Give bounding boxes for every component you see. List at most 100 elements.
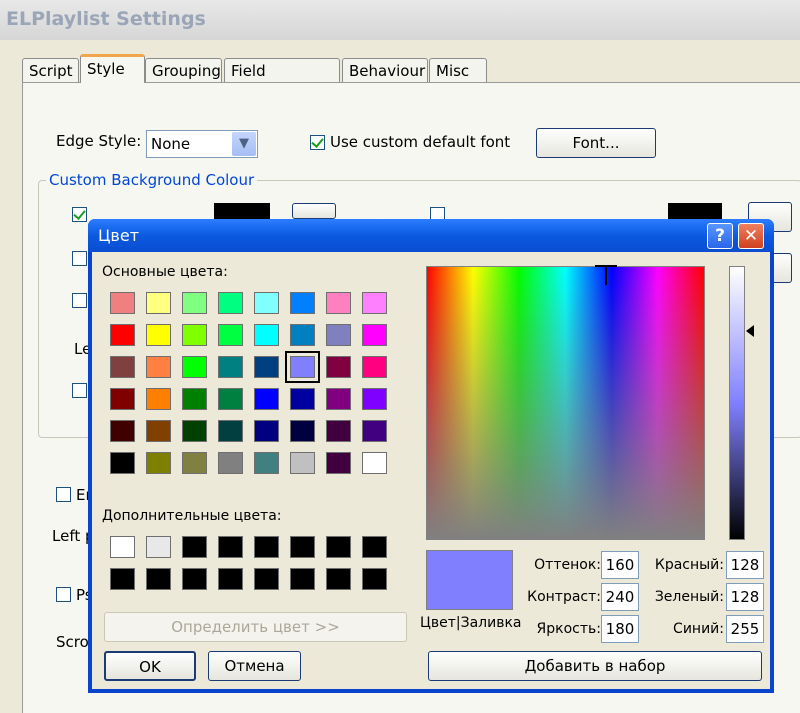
blue-field[interactable]: 255 <box>726 615 764 643</box>
basic-color-swatch[interactable] <box>254 388 279 410</box>
basic-color-swatch[interactable] <box>326 356 351 378</box>
basic-color-swatch[interactable] <box>254 452 279 474</box>
basic-color-swatch[interactable] <box>182 420 207 442</box>
luminance-pointer-icon[interactable] <box>746 325 754 337</box>
lum-field[interactable]: 180 <box>601 615 639 643</box>
bg-color-button-1[interactable] <box>292 203 336 219</box>
sat-field[interactable]: 240 <box>601 583 639 611</box>
custom-color-swatch[interactable] <box>254 536 279 558</box>
tab-style[interactable]: Style <box>80 54 145 83</box>
en-checkbox[interactable] <box>56 487 71 502</box>
tab-script[interactable]: Script <box>22 58 79 82</box>
ps-checkbox[interactable] <box>56 587 71 602</box>
basic-color-swatch[interactable] <box>290 420 315 442</box>
basic-color-swatch[interactable] <box>362 292 387 314</box>
basic-color-swatch[interactable] <box>326 420 351 442</box>
basic-color-swatch[interactable] <box>218 356 243 378</box>
basic-color-swatch[interactable] <box>326 324 351 346</box>
basic-color-swatch[interactable] <box>218 420 243 442</box>
basic-color-swatch[interactable] <box>290 324 315 346</box>
basic-color-swatch[interactable] <box>110 388 135 410</box>
basic-color-swatch[interactable] <box>254 292 279 314</box>
chevron-down-icon[interactable]: ▼ <box>232 132 256 156</box>
luminance-slider[interactable] <box>729 266 745 540</box>
cancel-button[interactable]: Отмена <box>208 651 301 681</box>
custom-color-swatch[interactable] <box>182 568 207 590</box>
basic-color-swatch[interactable] <box>146 292 171 314</box>
help-icon[interactable]: ? <box>707 223 733 249</box>
edge-style-select[interactable]: None ▼ <box>146 130 258 158</box>
basic-color-swatch[interactable] <box>254 324 279 346</box>
basic-color-swatch[interactable] <box>362 420 387 442</box>
tab-behaviour[interactable]: Behaviour <box>342 58 428 82</box>
bg-option-checkbox-4[interactable] <box>72 383 87 398</box>
basic-color-swatch[interactable] <box>326 292 351 314</box>
basic-color-swatch[interactable] <box>110 356 135 378</box>
close-icon[interactable]: ✕ <box>738 223 764 249</box>
ok-button[interactable]: OK <box>104 651 196 681</box>
basic-color-swatch[interactable] <box>182 356 207 378</box>
basic-color-swatch[interactable] <box>110 324 135 346</box>
custom-color-swatch[interactable] <box>182 536 207 558</box>
basic-color-swatch[interactable] <box>290 452 315 474</box>
basic-color-swatch[interactable] <box>362 388 387 410</box>
tab-grouping[interactable]: Grouping <box>145 58 222 82</box>
basic-color-swatch[interactable] <box>254 420 279 442</box>
define-custom-color-button[interactable]: Определить цвет >> <box>104 612 407 642</box>
bg-option-checkbox-1[interactable] <box>72 207 87 222</box>
basic-color-swatch[interactable] <box>182 452 207 474</box>
custom-color-swatch[interactable] <box>110 536 135 558</box>
basic-color-swatch[interactable] <box>218 324 243 346</box>
bg-option-checkbox-2[interactable] <box>72 251 87 266</box>
custom-color-swatch[interactable] <box>362 568 387 590</box>
basic-color-swatch[interactable] <box>285 351 320 383</box>
custom-color-swatch[interactable] <box>218 568 243 590</box>
basic-color-swatch[interactable] <box>146 388 171 410</box>
basic-color-swatch[interactable] <box>218 452 243 474</box>
red-field[interactable]: 128 <box>726 551 764 579</box>
color-dialog-title-bar[interactable]: Цвет ? ✕ <box>88 219 774 252</box>
basic-color-swatch[interactable] <box>182 324 207 346</box>
tab-misc[interactable]: Misc <box>429 58 487 82</box>
basic-color-swatch[interactable] <box>290 388 315 410</box>
custom-color-swatch[interactable] <box>110 568 135 590</box>
custom-color-swatch[interactable] <box>362 536 387 558</box>
color-spectrum[interactable] <box>426 265 705 540</box>
custom-color-swatch[interactable] <box>290 568 315 590</box>
add-to-custom-colors-button[interactable]: Добавить в набор <box>428 651 762 681</box>
tab-field-definition[interactable]: Field definition <box>224 58 340 104</box>
basic-color-swatch[interactable] <box>146 324 171 346</box>
basic-color-swatch[interactable] <box>326 452 351 474</box>
basic-color-swatch[interactable] <box>182 292 207 314</box>
custom-color-swatch[interactable] <box>146 568 171 590</box>
custom-color-swatch[interactable] <box>290 536 315 558</box>
basic-color-swatch[interactable] <box>110 452 135 474</box>
basic-color-swatch[interactable] <box>362 324 387 346</box>
custom-color-swatch[interactable] <box>254 568 279 590</box>
basic-color-swatch[interactable] <box>146 452 171 474</box>
basic-color-swatch[interactable] <box>362 452 387 474</box>
basic-color-swatch[interactable] <box>362 356 387 378</box>
custom-color-swatch[interactable] <box>326 568 351 590</box>
green-field[interactable]: 128 <box>726 583 764 611</box>
basic-color-swatch[interactable] <box>290 292 315 314</box>
font-button[interactable]: Font... <box>536 128 656 158</box>
settings-title-bar: ELPlaylist Settings <box>0 0 800 40</box>
basic-color-swatch[interactable] <box>254 356 279 378</box>
basic-color-swatch[interactable] <box>218 292 243 314</box>
use-custom-font-checkbox[interactable] <box>310 135 325 150</box>
color-preview <box>426 550 513 610</box>
basic-color-swatch[interactable] <box>110 420 135 442</box>
hue-label: Оттенок: <box>534 557 601 573</box>
basic-color-swatch[interactable] <box>182 388 207 410</box>
custom-color-swatch[interactable] <box>146 536 171 558</box>
basic-color-swatch[interactable] <box>218 388 243 410</box>
hue-field[interactable]: 160 <box>601 551 639 579</box>
basic-color-swatch[interactable] <box>110 292 135 314</box>
custom-color-swatch[interactable] <box>326 536 351 558</box>
basic-color-swatch[interactable] <box>146 356 171 378</box>
custom-color-swatch[interactable] <box>218 536 243 558</box>
basic-color-swatch[interactable] <box>146 420 171 442</box>
bg-option-checkbox-3[interactable] <box>72 293 87 308</box>
basic-color-swatch[interactable] <box>326 388 351 410</box>
